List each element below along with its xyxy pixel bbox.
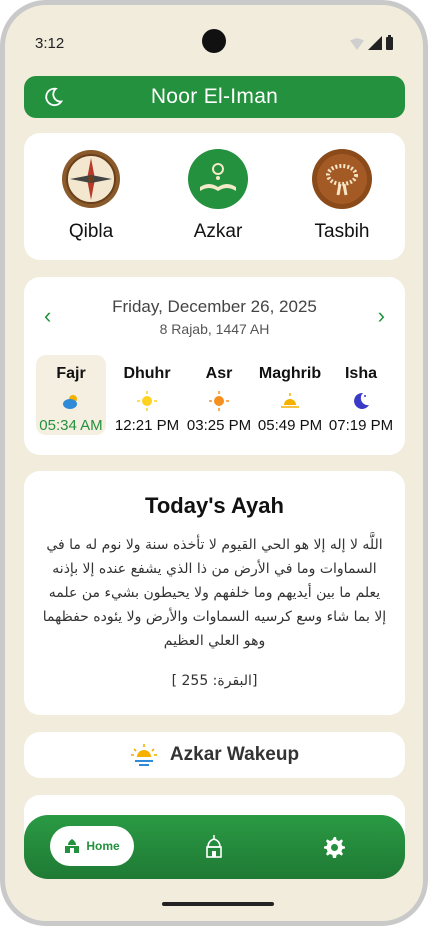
gear-icon[interactable] (322, 835, 346, 859)
feature-label: Qibla (68, 221, 114, 242)
home-indicator (162, 902, 274, 906)
gregorian-date: Friday, December 26, 2025 (112, 297, 317, 316)
prayer-times-card: ‹ › Friday, December 26, 2025 8 Rajab, 1… (24, 277, 405, 455)
prayer-name: Isha (344, 365, 377, 382)
wifi-icon (350, 38, 364, 50)
prayer-time: 12:21 PM (114, 417, 180, 434)
prayer-name: Dhuhr (123, 365, 171, 382)
status-bar: 3:12 (5, 5, 423, 75)
nav-home-label: Home (86, 839, 120, 853)
ayah-card: Today's Ayah اللَّه لا إله إلا هو الحي ا… (24, 471, 405, 715)
azkar-button-label: Azkar Wakeup (169, 744, 300, 765)
battery-icon (386, 35, 393, 50)
front-camera (202, 29, 226, 53)
feature-azkar[interactable]: Azkar (170, 149, 266, 243)
prayer-beads-icon (312, 149, 372, 209)
prayer-maghrib[interactable]: Maghrib 05:49 PM (255, 355, 325, 435)
prayer-asr[interactable]: Asr 03:25 PM (184, 355, 254, 435)
ayah-title: Today's Ayah (145, 493, 284, 518)
compass-icon (61, 149, 121, 209)
prayer-time: 05:49 PM (257, 417, 323, 434)
prayer-dhuhr[interactable]: Dhuhr 12:21 PM (112, 355, 182, 435)
azkar-wakeup-button[interactable]: Azkar Wakeup (24, 732, 405, 778)
moon-icon[interactable] (42, 86, 64, 108)
app-title: Noor El-Iman (150, 85, 279, 108)
app-bar: Noor El-Iman (24, 76, 405, 118)
mosque-icon[interactable] (204, 835, 224, 859)
prayer-fajr[interactable]: Fajr 05:34 AM (36, 355, 106, 435)
sun-icon (137, 391, 157, 411)
features-card: Qibla Azkar Tasbih (24, 133, 405, 260)
prayer-time: 05:34 AM (39, 417, 103, 434)
ayah-text: اللَّه لا إله إلا هو الحي القيوم لا تأخذ… (42, 537, 387, 649)
prayer-isha[interactable]: Isha 07:19 PM (326, 355, 396, 435)
feature-qibla[interactable]: Qibla (43, 149, 139, 243)
prayer-name: Fajr (56, 365, 86, 382)
ayah-reference: [ البقرة: 255] (171, 673, 258, 689)
feature-label: Azkar (193, 221, 243, 242)
status-time: 3:12 (35, 35, 65, 52)
feature-tasbih[interactable]: Tasbih (294, 149, 390, 243)
bottom-nav: Home (24, 815, 405, 879)
prayer-time: 07:19 PM (328, 417, 394, 434)
prayer-name: Asr (205, 365, 233, 382)
sun-orange-icon (209, 391, 229, 411)
feature-label: Tasbih (314, 221, 370, 242)
status-icons (350, 35, 393, 50)
moon-stars-icon (351, 391, 371, 411)
signal-icon (368, 36, 382, 50)
cloud-sun-icon (61, 391, 81, 411)
prayer-name: Maghrib (258, 365, 322, 382)
hijri-date: 8 Rajab, 1447 AH (159, 321, 270, 337)
book-icon (188, 149, 248, 209)
prayer-time: 03:25 PM (186, 417, 252, 434)
phone-frame: 3:12 Noor El-Iman Qibla Azkar Tasbih ‹ ›… (0, 0, 428, 926)
sunset-icon (280, 391, 300, 411)
sunrise-icon (130, 744, 157, 766)
home-icon (65, 839, 80, 853)
nav-home[interactable]: Home (50, 826, 134, 866)
